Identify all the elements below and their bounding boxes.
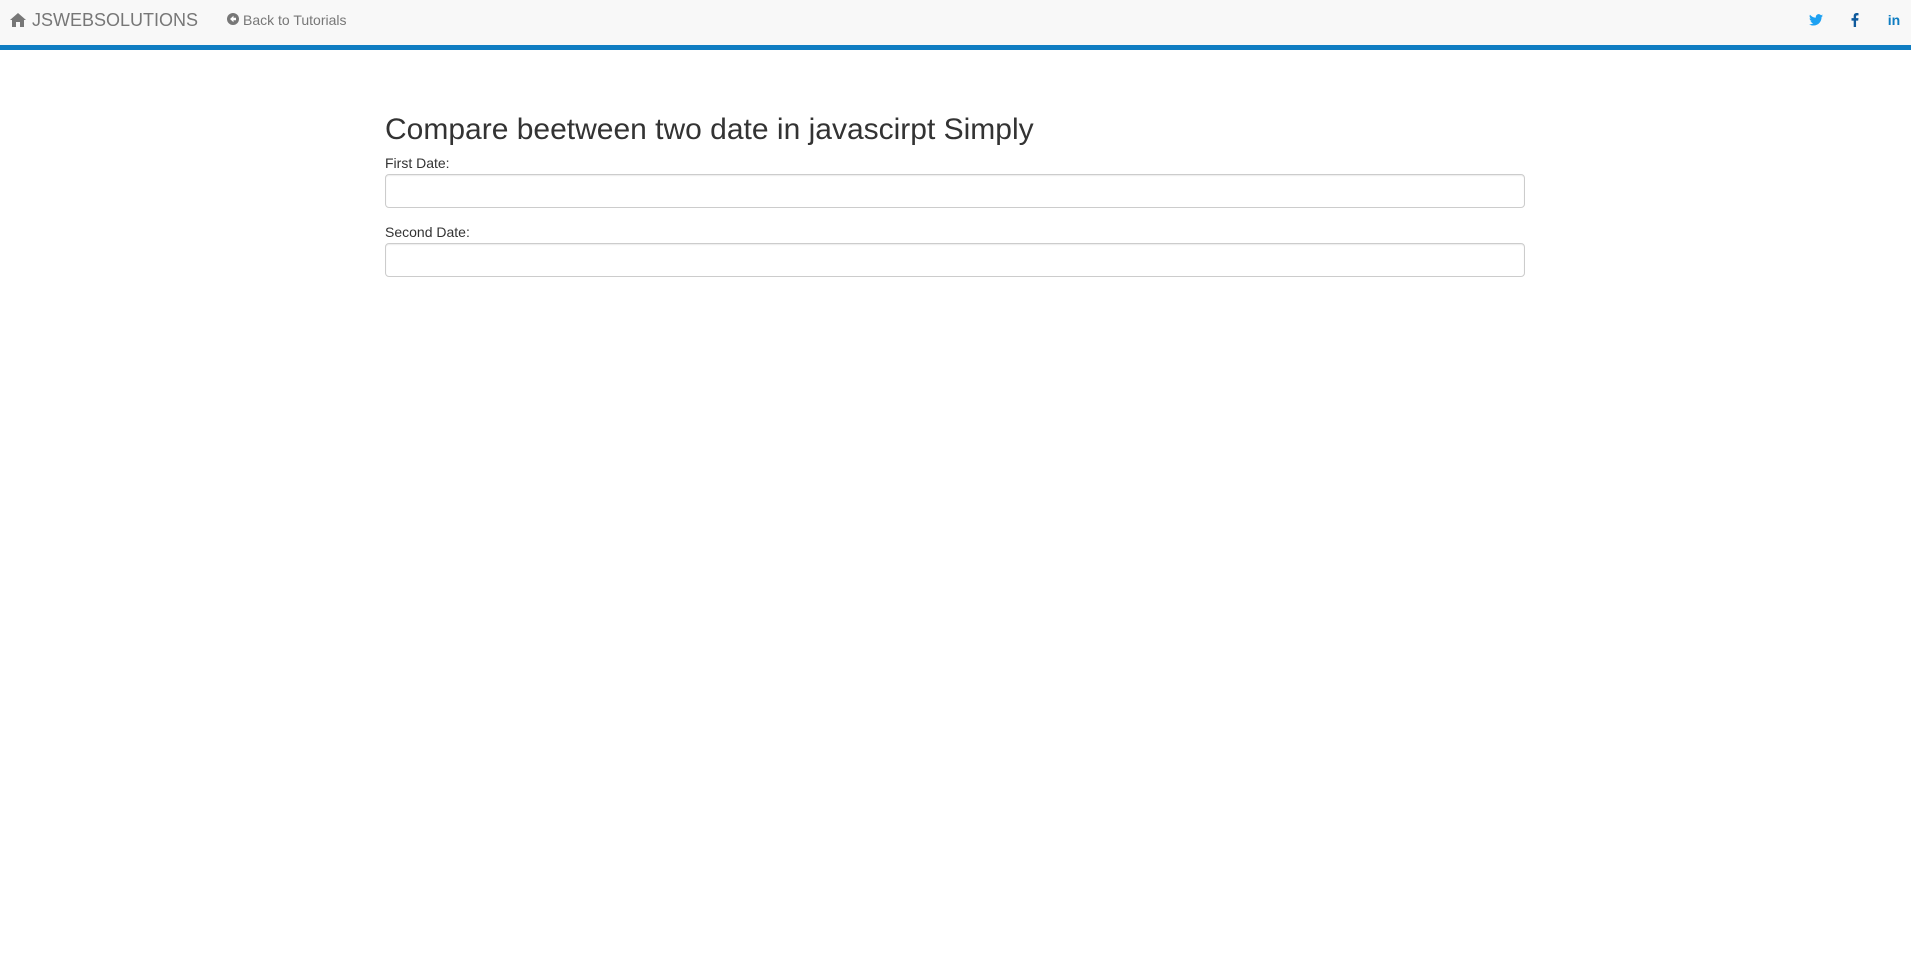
arrow-circle-left-icon (227, 12, 239, 28)
second-date-group: Second Date: (385, 223, 1525, 277)
back-to-tutorials-link[interactable]: Back to Tutorials (227, 0, 347, 40)
brand-link[interactable]: JSWEBSOLUTIONS (10, 0, 198, 40)
twitter-icon (1809, 14, 1823, 26)
back-to-tutorials-label: Back to Tutorials (243, 12, 347, 28)
main-content: Compare beetween two date in javascirpt … (385, 110, 1525, 292)
top-navbar: JSWEBSOLUTIONS Back to Tutorials in (0, 0, 1911, 50)
first-date-group: First Date: (385, 154, 1525, 208)
brand-label: JSWEBSOLUTIONS (32, 9, 199, 30)
second-date-input[interactable] (385, 243, 1525, 277)
first-date-input[interactable] (385, 174, 1525, 208)
first-date-label: First Date: (385, 155, 450, 171)
home-icon (10, 13, 26, 27)
facebook-link[interactable] (1845, 0, 1865, 40)
linkedin-icon: in (1887, 12, 1901, 28)
facebook-icon (1851, 13, 1859, 27)
linkedin-link[interactable]: in (1884, 0, 1904, 40)
second-date-label: Second Date: (385, 224, 470, 240)
twitter-link[interactable] (1806, 0, 1826, 40)
page-title: Compare beetween two date in javascirpt … (385, 113, 1034, 146)
